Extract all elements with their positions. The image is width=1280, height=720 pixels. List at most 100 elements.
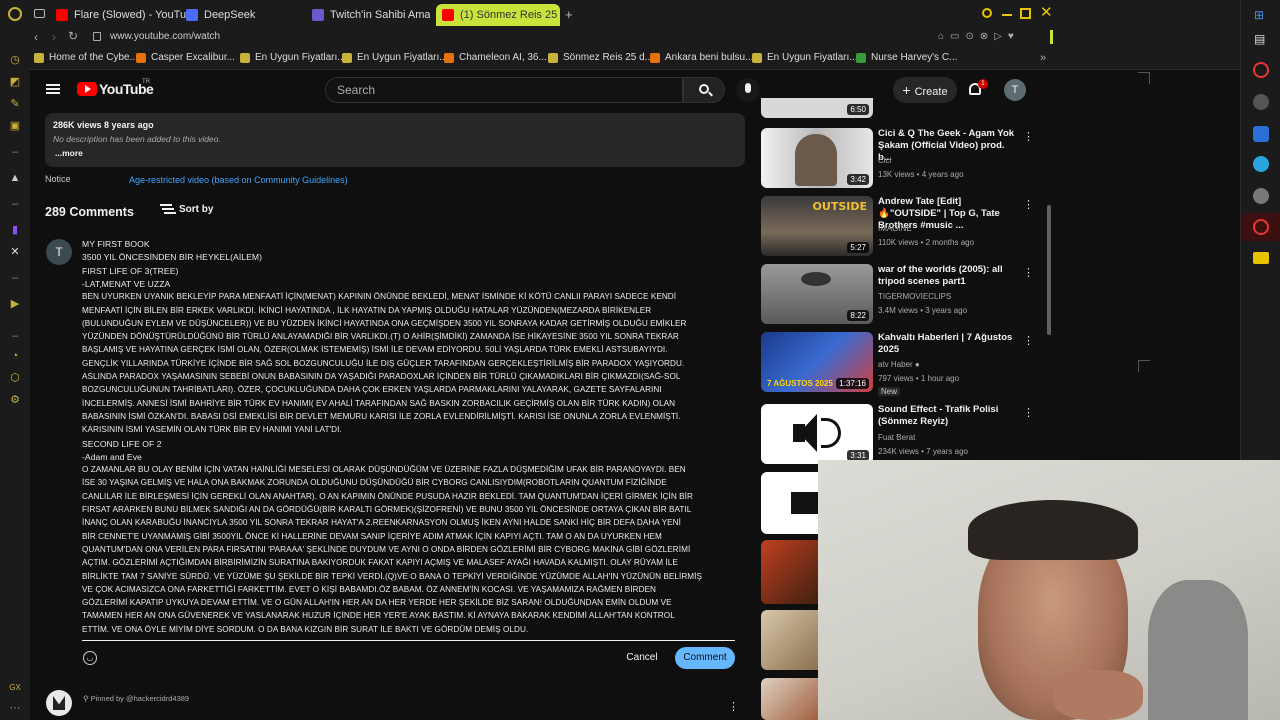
comment-menu-icon[interactable]: ⋮ <box>728 700 739 713</box>
search-input[interactable]: Search <box>325 77 683 103</box>
player-icon[interactable]: ▶ <box>9 298 21 310</box>
bookmark-item[interactable]: En Uygun Fiyatları... <box>240 52 346 63</box>
nav-arrow-icon[interactable]: ▲ <box>9 172 21 184</box>
address-bar-actions[interactable]: ⌂▭⊙⊗▷♥ <box>938 31 1020 42</box>
bookmarks-overflow-icon[interactable]: » <box>1040 52 1046 64</box>
maximize-icon[interactable] <box>1020 8 1031 19</box>
comment-line[interactable]: CANLILAR İLE BİRLEŞMESİ İÇİN GEREKLİ OLA… <box>82 492 693 501</box>
comment-line[interactable]: AÇTIM. GÖZLERİMİ AÇTIĞIMDAN BİRBİRİMİZİN… <box>82 558 678 567</box>
related-video-item[interactable]: 8:22 war of the worlds (2005): all tripo… <box>761 264 1041 330</box>
comment-line[interactable]: MY FIRST BOOK <box>82 239 150 249</box>
video-thumbnail[interactable]: 7 AĞUSTOS 2025 1:37:16 <box>761 332 873 392</box>
related-video-item[interactable]: 7 AĞUSTOS 2025 1:37:16 Kahvaltı Haberler… <box>761 332 1041 398</box>
speed-dial-icon[interactable]: ◷ <box>9 54 21 66</box>
comment-line[interactable]: İSE 30 YAŞINA GELMİŞ VE HALA ONA BAKMAK … <box>82 478 667 487</box>
comment-line[interactable]: TAMAMEN HER AN ONA GÜVENEREK VE YASLANAR… <box>82 611 675 620</box>
comment-line[interactable]: GÖZLERİMİ KAPATIP UYKUYA DEVAM ETTİM. VE… <box>82 598 672 607</box>
bookmark-item[interactable]: Nurse Harvey's C... <box>856 52 957 63</box>
comment-line[interactable]: KARISININ İSMİ YASEMİN OLAN TÜRK BİR EV … <box>82 425 342 434</box>
comment-line[interactable]: VE ÇOK ACIMASIZCA ONA FARKETTİĞİ FARKETT… <box>82 585 656 594</box>
sidebar-scrollbar[interactable] <box>1047 205 1051 335</box>
steam-icon[interactable] <box>1253 126 1269 142</box>
tab-deepseek[interactable]: DeepSeek <box>186 4 286 26</box>
forward-icon[interactable]: › <box>52 30 56 44</box>
channel-name[interactable]: atv Haber ● <box>878 360 920 369</box>
channel-name[interactable]: Fuat Berat <box>878 433 915 442</box>
history-icon[interactable]: ◔ <box>9 350 21 362</box>
age-restriction-link[interactable]: Age-restricted video (based on Community… <box>129 175 348 185</box>
related-video-item[interactable]: 3:42 Cici & Q The Geek - Agam Yok Şakam … <box>761 128 1041 194</box>
bookmark-item[interactable]: Casper Excalibur... <box>136 52 235 63</box>
description-more-link[interactable]: ...more <box>55 148 83 158</box>
comment-line[interactable]: YÜZÜNDEN DÖNÜŞTÜRÜLDÜĞÜNÜ BİR TÜRLÜ ANLA… <box>82 332 679 341</box>
emoji-icon[interactable]: ◡ <box>83 651 97 665</box>
comment-line[interactable]: BAŞLAMIŞ VE HAYATINA GERÇEK İSMİ OLAN, Ö… <box>82 345 668 354</box>
back-icon[interactable]: ‹ <box>34 30 38 44</box>
comment-line[interactable]: FIRSAT ARARKEN BUNU BİLMEK SANDIĞI AN DA… <box>82 505 691 514</box>
comment-line[interactable]: ASLINDA PARADOX YAŞAMASININ SEBEBİ ONUN … <box>82 372 680 381</box>
comment-line[interactable]: BEN UYURKEN UYANIK BEKLEYİP PARA MENFAAT… <box>82 292 676 301</box>
comment-line[interactable]: BİRLİKTE TAM 7 SANİYE SÜRDÜ. VE YÜZÜME Ş… <box>82 572 702 581</box>
mail-icon[interactable]: ▣ <box>9 120 21 132</box>
cancel-button[interactable]: Cancel <box>618 648 666 668</box>
more-icon[interactable]: ⋯ <box>9 702 21 714</box>
youtube-logo-icon[interactable] <box>77 82 97 96</box>
sort-by-button[interactable]: Sort by <box>179 204 213 215</box>
comment-line[interactable]: O ZAMANLAR BU OLAY BENİM İÇİN VATAN HAİN… <box>82 465 686 474</box>
video-menu-icon[interactable]: ⋮ <box>1023 198 1034 211</box>
bookmark-item[interactable]: Chameleon AI, 36... <box>444 52 547 63</box>
tab-manager-icon[interactable] <box>34 9 45 18</box>
comment-button[interactable]: Comment <box>675 647 735 669</box>
related-video-item[interactable]: OUTSIDE 5:27 Andrew Tate [Edit] 🔥"OUTSID… <box>761 196 1041 262</box>
comment-line[interactable]: GENÇLİK YILLARINDA TÜRKİYE İÇİNDE BİR SA… <box>82 359 684 368</box>
hamburger-menu-icon[interactable] <box>46 84 60 86</box>
channel-name[interactable]: TIGERMOVIECLIPS <box>878 292 951 301</box>
sort-icon[interactable] <box>160 204 172 206</box>
gx-icon[interactable]: GX <box>9 682 21 694</box>
minimize-icon[interactable] <box>1002 14 1012 16</box>
panel-icon[interactable]: ▤ <box>1254 32 1265 46</box>
telegram-icon[interactable] <box>1253 156 1269 172</box>
url-text[interactable]: www.youtube.com/watch <box>110 31 220 42</box>
video-title[interactable]: war of the worlds (2005): all tripod sce… <box>878 264 1016 288</box>
new-tab-button[interactable]: + <box>565 7 573 22</box>
settings-icon[interactable]: ⚙ <box>9 394 21 406</box>
folder-icon[interactable] <box>1253 252 1269 264</box>
video-thumbnail[interactable] <box>761 472 818 534</box>
opera-icon[interactable] <box>1253 219 1269 235</box>
video-title[interactable]: Sound Effect - Trafik Polisi (Sönmez Rey… <box>878 404 1016 428</box>
comment-line[interactable]: BOZGUNCULUĞUNUN TAHRİBATLARI). ÖZER, ÇOC… <box>82 385 662 394</box>
tab-twitch-amazon[interactable]: Twitch'in Sahibi Amazon <box>312 4 430 26</box>
bookmarks-icon[interactable]: ◩ <box>9 76 21 88</box>
search-button[interactable] <box>683 77 725 103</box>
comment-line[interactable]: ETTİM. VE ONA ÖYLE MİYİM DİYE SORDUM. O … <box>82 625 528 634</box>
comment-line[interactable]: -Adam and Eve <box>82 452 142 462</box>
video-thumbnail[interactable]: 8:22 <box>761 264 873 324</box>
video-menu-icon[interactable]: ⋮ <box>1023 130 1034 143</box>
search-icon[interactable] <box>982 8 992 18</box>
windows-icon[interactable]: ⊞ <box>1254 8 1264 22</box>
reload-icon[interactable]: ↻ <box>68 29 78 43</box>
video-menu-icon[interactable]: ⋮ <box>1023 334 1034 347</box>
comment-line[interactable]: BABASININ İSMİ ÖZKAN'DI. BABASI DSİ EMEK… <box>82 412 681 421</box>
video-thumbnail[interactable]: 3:31 <box>761 404 873 464</box>
comment-line[interactable]: SECOND LIFE OF 2 <box>82 439 162 449</box>
video-thumbnail[interactable] <box>761 610 818 670</box>
channel-name[interactable]: IMAGINE <box>878 224 912 233</box>
channel-name[interactable]: Cici <box>878 156 891 165</box>
close-icon[interactable]: ✕ <box>1040 5 1053 20</box>
video-thumbnail[interactable]: 3:42 <box>761 128 873 188</box>
comment-line[interactable]: FIRST LIFE OF 3(TREE) <box>82 266 178 276</box>
voice-search-button[interactable] <box>736 78 760 102</box>
video-title[interactable]: Kahvaltı Haberleri | 7 Ağustos 2025 <box>878 332 1016 356</box>
comment-line[interactable]: İNANÇ OLAN KARABUĞU İNANCIYLA 3500 YIL S… <box>82 518 681 527</box>
tab-sonmez-reis[interactable]: (1) Sönmez Reis 25 dakik <box>436 4 560 26</box>
video-title[interactable]: Cici & Q The Geek - Agam Yok Şakam (Offi… <box>878 128 1016 164</box>
extensions-icon[interactable]: ⬡ <box>9 372 21 384</box>
bookmark-item[interactable]: Sönmez Reis 25 d... <box>548 52 653 63</box>
video-thumbnail[interactable] <box>761 540 818 604</box>
comment-line[interactable]: 3500 YIL ÖNCESİNDEN BİR HEYKEL(AİLEM) <box>82 252 262 262</box>
browser-menu-icon[interactable] <box>8 7 22 21</box>
tab-flare[interactable]: Flare (Slowed) - YouTube <box>56 4 196 26</box>
video-menu-icon[interactable]: ⋮ <box>1023 406 1034 419</box>
